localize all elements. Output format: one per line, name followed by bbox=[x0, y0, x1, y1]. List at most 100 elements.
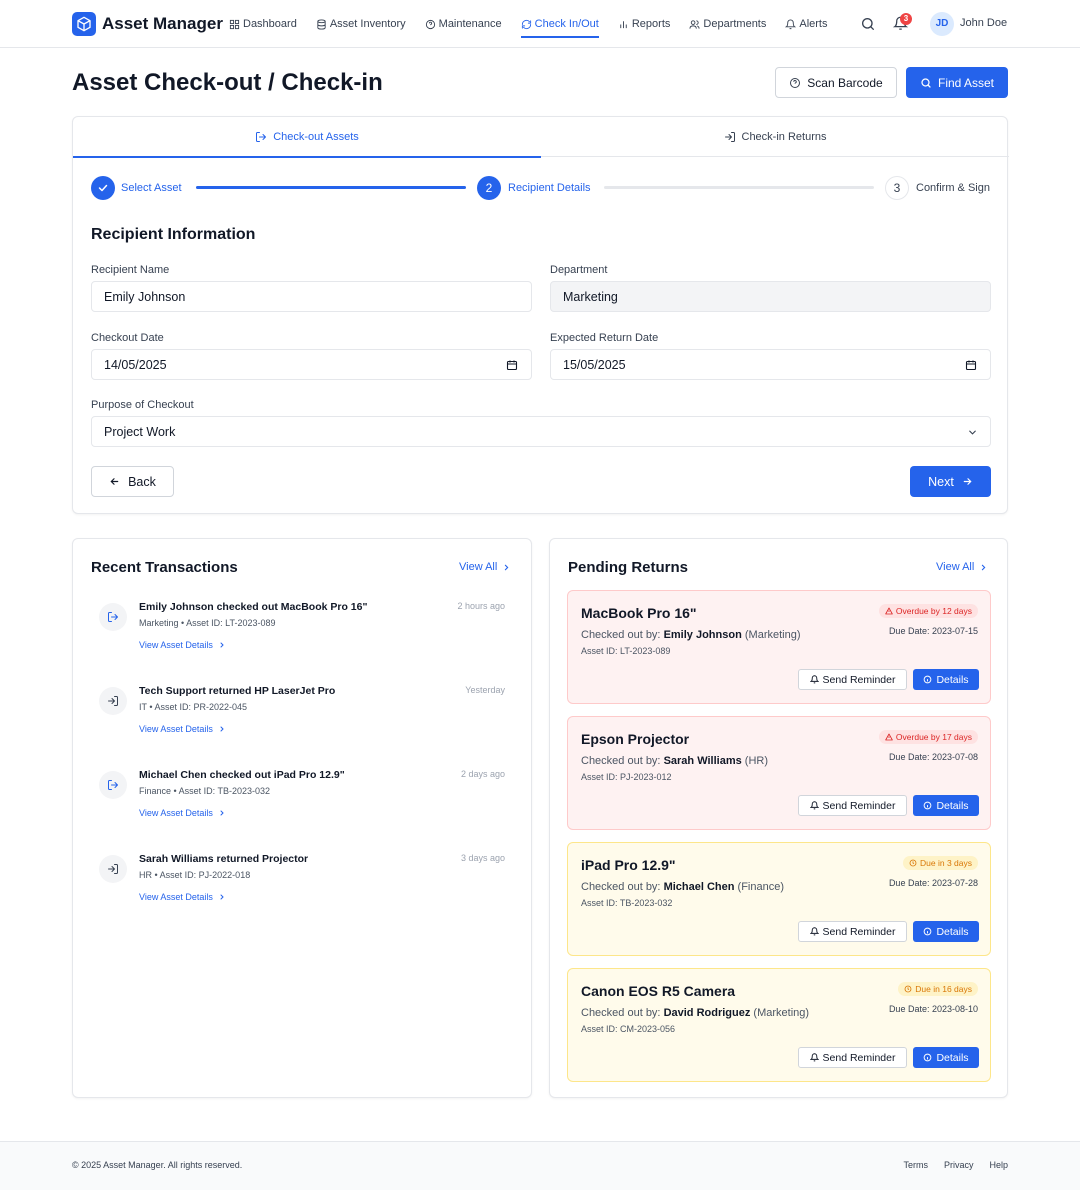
view-asset-details-label: View Asset Details bbox=[139, 892, 213, 902]
scan-barcode-label: Scan Barcode bbox=[807, 75, 883, 90]
nav-reports-label: Reports bbox=[631, 18, 671, 30]
send-reminder-button[interactable]: Send Reminder bbox=[798, 795, 907, 816]
app-name[interactable]: Asset Manager bbox=[102, 12, 223, 36]
transaction-item: Michael Chen checked out iPad Pro 12.9" … bbox=[91, 766, 511, 836]
bell-icon bbox=[809, 927, 819, 936]
users-icon bbox=[689, 19, 700, 29]
cube-logo-icon[interactable] bbox=[72, 12, 96, 36]
expected-return-date-input[interactable]: 15/05/2025 bbox=[550, 349, 991, 380]
due-soon-badge: Due in 16 days bbox=[898, 982, 978, 996]
details-button[interactable]: Details bbox=[913, 669, 979, 690]
send-reminder-button[interactable]: Send Reminder bbox=[798, 669, 907, 690]
nav-asset-inventory[interactable]: Asset Inventory bbox=[316, 0, 406, 48]
details-label: Details bbox=[936, 673, 969, 686]
active-nav-indicator bbox=[520, 36, 599, 38]
pending-asset-id: Asset ID: LT-2023-089 bbox=[581, 646, 671, 656]
step-2-label: Recipient Details bbox=[508, 182, 591, 194]
purpose-value: Project Work bbox=[104, 424, 176, 439]
view-asset-details-link[interactable]: View Asset Details bbox=[139, 724, 226, 734]
footer-link-terms[interactable]: Terms bbox=[903, 1160, 928, 1170]
view-asset-details-label: View Asset Details bbox=[139, 808, 213, 818]
checkout-date-label: Checkout Date bbox=[91, 332, 164, 344]
calendar-icon[interactable] bbox=[506, 359, 518, 371]
transaction-time: 2 hours ago bbox=[457, 601, 505, 611]
pending-person: Michael Chen bbox=[663, 881, 735, 893]
pending-due-date: Due Date: 2023-07-15 bbox=[888, 626, 978, 636]
step-connector-1 bbox=[196, 186, 466, 189]
tab-check-out-label: Check-out Assets bbox=[273, 131, 359, 143]
view-asset-details-link[interactable]: View Asset Details bbox=[139, 640, 226, 650]
copyright-text: © 2025 Asset Manager. All rights reserve… bbox=[72, 1160, 243, 1170]
transaction-title: Sarah Williams returned Projector bbox=[139, 853, 309, 865]
details-button[interactable]: Details bbox=[913, 1047, 979, 1068]
pending-dept: (HR) bbox=[744, 755, 768, 767]
alert-triangle-icon bbox=[885, 607, 893, 615]
nav-maintenance[interactable]: Maintenance bbox=[425, 0, 502, 48]
scan-barcode-button[interactable]: Scan Barcode bbox=[775, 67, 897, 98]
chevron-right-icon bbox=[220, 642, 224, 648]
nav-reports[interactable]: Reports bbox=[618, 0, 671, 48]
user-name[interactable]: John Doe bbox=[960, 17, 1007, 29]
send-reminder-label: Send Reminder bbox=[822, 925, 896, 938]
bell-icon bbox=[809, 801, 819, 810]
recent-view-all-link[interactable]: View All bbox=[459, 561, 511, 573]
alert-triangle-icon bbox=[885, 733, 893, 741]
tab-check-in-returns[interactable]: Check-in Returns bbox=[541, 117, 1009, 157]
checkout-arrow-icon bbox=[99, 771, 127, 799]
details-label: Details bbox=[936, 925, 969, 938]
chevron-right-icon bbox=[220, 894, 224, 900]
nav-departments-label: Departments bbox=[703, 18, 767, 30]
nav-check-in-out[interactable]: Check In/Out bbox=[520, 0, 599, 48]
nav-check-in-out-label: Check In/Out bbox=[534, 18, 599, 30]
send-reminder-label: Send Reminder bbox=[822, 673, 896, 686]
info-icon bbox=[924, 1053, 932, 1062]
nav-alerts-label: Alerts bbox=[799, 18, 828, 30]
footer-link-help[interactable]: Help bbox=[989, 1160, 1008, 1170]
recipient-name-value: Emily Johnson bbox=[104, 289, 186, 304]
footer-link-privacy[interactable]: Privacy bbox=[944, 1160, 974, 1170]
step-1-complete bbox=[91, 176, 115, 200]
recipient-name-label: Recipient Name bbox=[91, 264, 170, 276]
pending-view-all-link[interactable]: View All bbox=[936, 561, 988, 573]
details-button[interactable]: Details bbox=[913, 795, 979, 816]
info-icon bbox=[924, 801, 932, 810]
refresh-icon bbox=[521, 19, 531, 29]
overdue-badge: Overdue by 12 days bbox=[878, 604, 978, 618]
help-circle-icon bbox=[790, 77, 801, 88]
checkout-arrow-icon bbox=[99, 603, 127, 631]
back-button[interactable]: Back bbox=[91, 466, 174, 497]
info-icon bbox=[924, 675, 932, 684]
recipient-name-input[interactable]: Emily Johnson bbox=[91, 281, 532, 312]
step-connector-2 bbox=[604, 186, 874, 189]
recipient-section-title: Recipient Information bbox=[91, 226, 256, 243]
checkin-arrow-icon bbox=[99, 687, 127, 715]
nav-dashboard[interactable]: Dashboard bbox=[229, 0, 297, 48]
recent-view-all-label: View All bbox=[459, 561, 498, 573]
view-asset-details-link[interactable]: View Asset Details bbox=[139, 808, 226, 818]
department-input[interactable]: Marketing bbox=[550, 281, 991, 312]
pending-asset-id: Asset ID: PJ-2023-012 bbox=[581, 772, 672, 782]
tab-check-out-assets[interactable]: Check-out Assets bbox=[73, 117, 541, 158]
search-icon[interactable] bbox=[860, 16, 876, 32]
nav-departments[interactable]: Departments bbox=[689, 0, 766, 48]
nav-alerts[interactable]: Alerts bbox=[785, 0, 828, 48]
nav-maintenance-label: Maintenance bbox=[438, 18, 502, 30]
calendar-icon[interactable] bbox=[965, 359, 977, 371]
send-reminder-button[interactable]: Send Reminder bbox=[798, 1047, 907, 1068]
log-in-icon bbox=[724, 132, 735, 142]
transaction-time: 3 days ago bbox=[460, 853, 505, 863]
find-asset-button[interactable]: Find Asset bbox=[906, 67, 1008, 98]
tab-check-in-label: Check-in Returns bbox=[741, 131, 827, 143]
details-button[interactable]: Details bbox=[913, 921, 979, 942]
pending-dept: (Marketing) bbox=[744, 629, 801, 641]
checkout-date-input[interactable]: 14/05/2025 bbox=[91, 349, 532, 380]
pending-due-date: Due Date: 2023-07-28 bbox=[888, 878, 978, 888]
send-reminder-button[interactable]: Send Reminder bbox=[798, 921, 907, 942]
bell-icon bbox=[809, 675, 819, 684]
purpose-select[interactable]: Project Work bbox=[91, 416, 991, 447]
user-avatar[interactable]: JD bbox=[930, 12, 954, 36]
view-asset-details-link[interactable]: View Asset Details bbox=[139, 892, 226, 902]
pending-checked-out-by: Checked out by: Sarah Williams (HR) bbox=[581, 755, 768, 767]
next-button[interactable]: Next bbox=[910, 466, 991, 497]
pending-due-date: Due Date: 2023-08-10 bbox=[888, 1004, 978, 1014]
